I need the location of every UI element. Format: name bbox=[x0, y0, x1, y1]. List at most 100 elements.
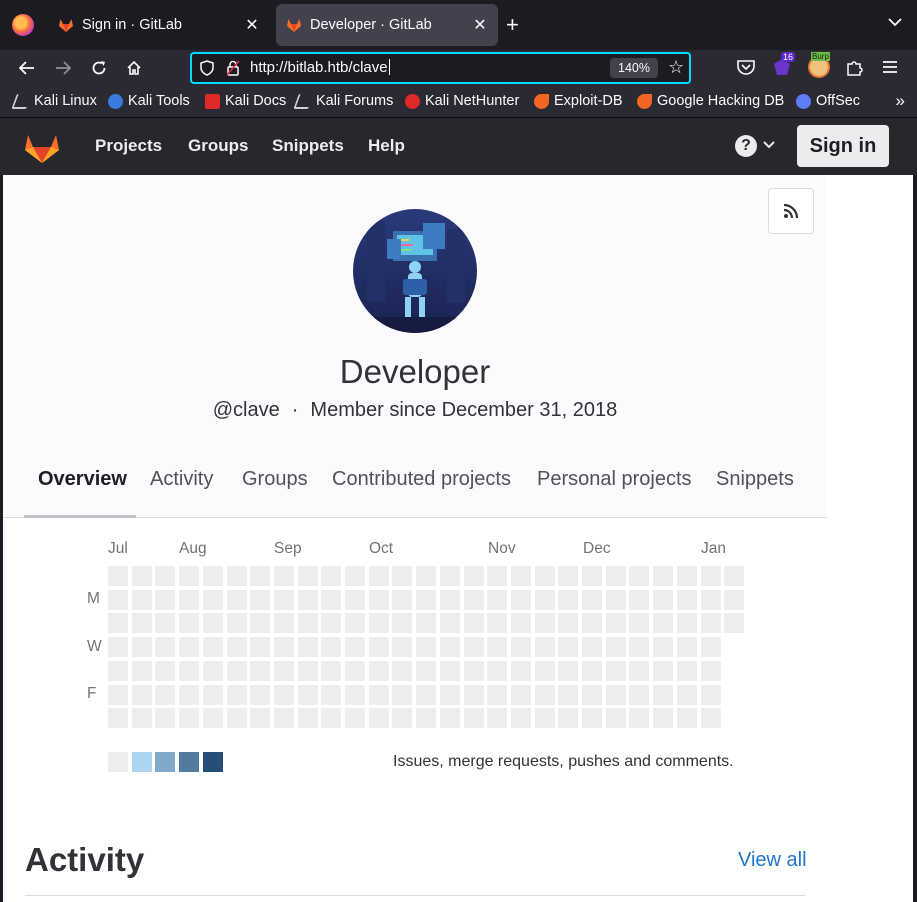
pocket-icon[interactable] bbox=[735, 56, 757, 78]
extensions-puzzle-icon[interactable] bbox=[843, 56, 865, 78]
calendar-day-cell[interactable] bbox=[368, 684, 389, 705]
calendar-day-cell[interactable] bbox=[179, 708, 200, 729]
calendar-day-cell[interactable] bbox=[250, 566, 271, 586]
calendar-day-cell[interactable] bbox=[321, 660, 342, 681]
calendar-day-cell[interactable] bbox=[605, 684, 626, 705]
calendar-day-cell[interactable] bbox=[368, 566, 389, 586]
calendar-day-cell[interactable] bbox=[416, 684, 437, 705]
bookmark-kali-nethunter[interactable]: Kali NetHunter bbox=[405, 93, 519, 109]
calendar-day-cell[interactable] bbox=[724, 613, 745, 634]
calendar-day-cell[interactable] bbox=[416, 637, 437, 658]
calendar-day-cell[interactable] bbox=[463, 684, 484, 705]
calendar-day-cell[interactable] bbox=[463, 708, 484, 729]
calendar-day-cell[interactable] bbox=[321, 566, 342, 586]
calendar-day-cell[interactable] bbox=[416, 660, 437, 681]
tab-contributed-projects[interactable]: Contributed projects bbox=[332, 468, 511, 491]
browser-tab-developer[interactable]: Developer · GitLab ✕ bbox=[276, 4, 498, 46]
calendar-day-cell[interactable] bbox=[676, 708, 697, 729]
calendar-day-cell[interactable] bbox=[700, 589, 721, 610]
calendar-day-cell[interactable] bbox=[439, 589, 460, 610]
nav-groups[interactable]: Groups bbox=[188, 136, 248, 156]
help-question-icon[interactable]: ? bbox=[735, 135, 757, 157]
calendar-day-cell[interactable] bbox=[605, 589, 626, 610]
calendar-day-cell[interactable] bbox=[226, 684, 247, 705]
list-all-tabs-chevron-icon[interactable] bbox=[887, 14, 903, 30]
calendar-day-cell[interactable] bbox=[487, 637, 508, 658]
calendar-day-cell[interactable] bbox=[250, 589, 271, 610]
calendar-day-cell[interactable] bbox=[202, 589, 223, 610]
calendar-day-cell[interactable] bbox=[558, 589, 579, 610]
calendar-day-cell[interactable] bbox=[155, 613, 176, 634]
calendar-day-cell[interactable] bbox=[226, 566, 247, 586]
calendar-day-cell[interactable] bbox=[534, 613, 555, 634]
nav-snippets[interactable]: Snippets bbox=[272, 136, 344, 156]
calendar-day-cell[interactable] bbox=[534, 708, 555, 729]
calendar-day-cell[interactable] bbox=[605, 660, 626, 681]
calendar-day-cell[interactable] bbox=[345, 637, 365, 658]
calendar-day-cell[interactable] bbox=[700, 613, 721, 634]
calendar-day-cell[interactable] bbox=[463, 637, 484, 658]
firefox-menu-icon[interactable] bbox=[12, 14, 34, 36]
calendar-day-cell[interactable] bbox=[534, 637, 555, 658]
calendar-day-cell[interactable] bbox=[605, 613, 626, 634]
calendar-day-cell[interactable] bbox=[582, 566, 602, 586]
calendar-day-cell[interactable] bbox=[179, 589, 200, 610]
calendar-day-cell[interactable] bbox=[108, 566, 128, 586]
calendar-day-cell[interactable] bbox=[226, 660, 247, 681]
tab-groups[interactable]: Groups bbox=[242, 468, 308, 491]
calendar-day-cell[interactable] bbox=[392, 566, 413, 586]
calendar-day-cell[interactable] bbox=[273, 708, 294, 729]
calendar-day-cell[interactable] bbox=[605, 637, 626, 658]
calendar-day-cell[interactable] bbox=[487, 684, 508, 705]
calendar-day-cell[interactable] bbox=[345, 613, 365, 634]
calendar-day-cell[interactable] bbox=[510, 684, 531, 705]
calendar-day-cell[interactable] bbox=[724, 589, 745, 610]
calendar-day-cell[interactable] bbox=[321, 637, 342, 658]
calendar-day-cell[interactable] bbox=[676, 589, 697, 610]
calendar-day-cell[interactable] bbox=[629, 708, 650, 729]
calendar-day-cell[interactable] bbox=[131, 637, 152, 658]
calendar-day-cell[interactable] bbox=[700, 660, 721, 681]
bookmark-star-icon[interactable]: ☆ bbox=[668, 57, 684, 78]
calendar-day-cell[interactable] bbox=[724, 566, 745, 586]
calendar-day-cell[interactable] bbox=[463, 589, 484, 610]
calendar-day-cell[interactable] bbox=[582, 708, 602, 729]
calendar-day-cell[interactable] bbox=[155, 566, 176, 586]
close-tab-icon[interactable]: ✕ bbox=[472, 15, 488, 35]
calendar-day-cell[interactable] bbox=[155, 660, 176, 681]
help-dropdown-chevron-icon[interactable] bbox=[763, 137, 775, 152]
calendar-day-cell[interactable] bbox=[131, 566, 152, 586]
calendar-day-cell[interactable] bbox=[653, 660, 674, 681]
calendar-day-cell[interactable] bbox=[155, 589, 176, 610]
calendar-day-cell[interactable] bbox=[345, 566, 365, 586]
calendar-day-cell[interactable] bbox=[487, 566, 508, 586]
calendar-day-cell[interactable] bbox=[297, 684, 318, 705]
back-arrow-icon[interactable] bbox=[14, 55, 40, 81]
calendar-day-cell[interactable] bbox=[345, 660, 365, 681]
calendar-day-cell[interactable] bbox=[368, 589, 389, 610]
calendar-day-cell[interactable] bbox=[202, 637, 223, 658]
calendar-day-cell[interactable] bbox=[582, 637, 602, 658]
calendar-day-cell[interactable] bbox=[202, 566, 223, 586]
reload-icon[interactable] bbox=[86, 55, 112, 81]
calendar-day-cell[interactable] bbox=[108, 708, 128, 729]
tab-snippets[interactable]: Snippets bbox=[716, 468, 794, 491]
calendar-day-cell[interactable] bbox=[345, 708, 365, 729]
calendar-day-cell[interactable] bbox=[629, 637, 650, 658]
calendar-day-cell[interactable] bbox=[226, 708, 247, 729]
calendar-day-cell[interactable] bbox=[653, 613, 674, 634]
calendar-day-cell[interactable] bbox=[392, 708, 413, 729]
calendar-day-cell[interactable] bbox=[439, 637, 460, 658]
calendar-day-cell[interactable] bbox=[179, 613, 200, 634]
calendar-day-cell[interactable] bbox=[605, 566, 626, 586]
calendar-day-cell[interactable] bbox=[463, 613, 484, 634]
calendar-day-cell[interactable] bbox=[558, 566, 579, 586]
calendar-day-cell[interactable] bbox=[250, 660, 271, 681]
new-tab-plus-icon[interactable]: + bbox=[506, 12, 519, 38]
calendar-day-cell[interactable] bbox=[321, 708, 342, 729]
calendar-day-cell[interactable] bbox=[202, 660, 223, 681]
calendar-day-cell[interactable] bbox=[558, 684, 579, 705]
calendar-day-cell[interactable] bbox=[368, 637, 389, 658]
calendar-day-cell[interactable] bbox=[510, 660, 531, 681]
calendar-day-cell[interactable] bbox=[179, 637, 200, 658]
